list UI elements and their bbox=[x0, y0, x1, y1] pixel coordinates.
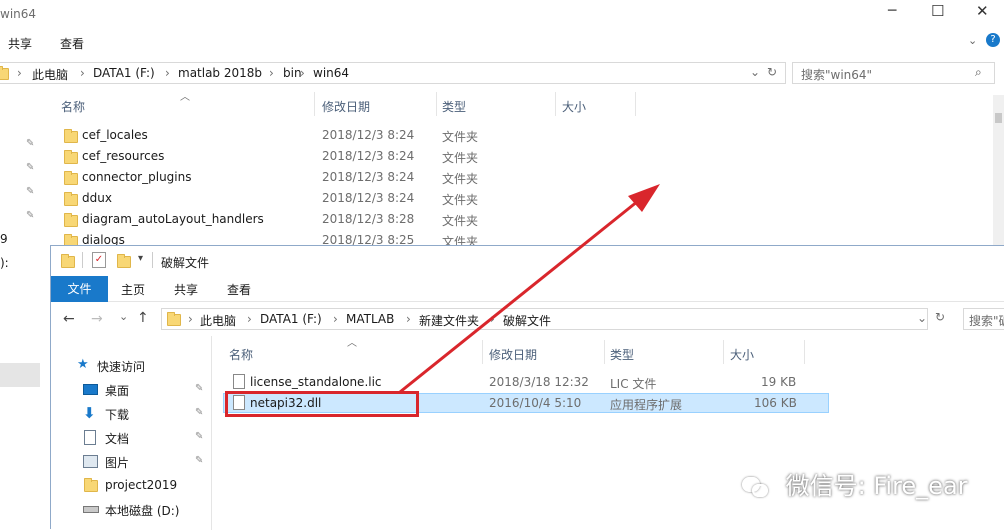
annotation-arrow bbox=[399, 184, 660, 394]
wechat-icon bbox=[742, 475, 770, 499]
watermark: 微信号: Fire_ear bbox=[742, 466, 968, 501]
arrow-head bbox=[628, 184, 660, 212]
watermark-text: 微信号: Fire_ear bbox=[785, 472, 968, 500]
arrow-shaft bbox=[399, 191, 649, 394]
